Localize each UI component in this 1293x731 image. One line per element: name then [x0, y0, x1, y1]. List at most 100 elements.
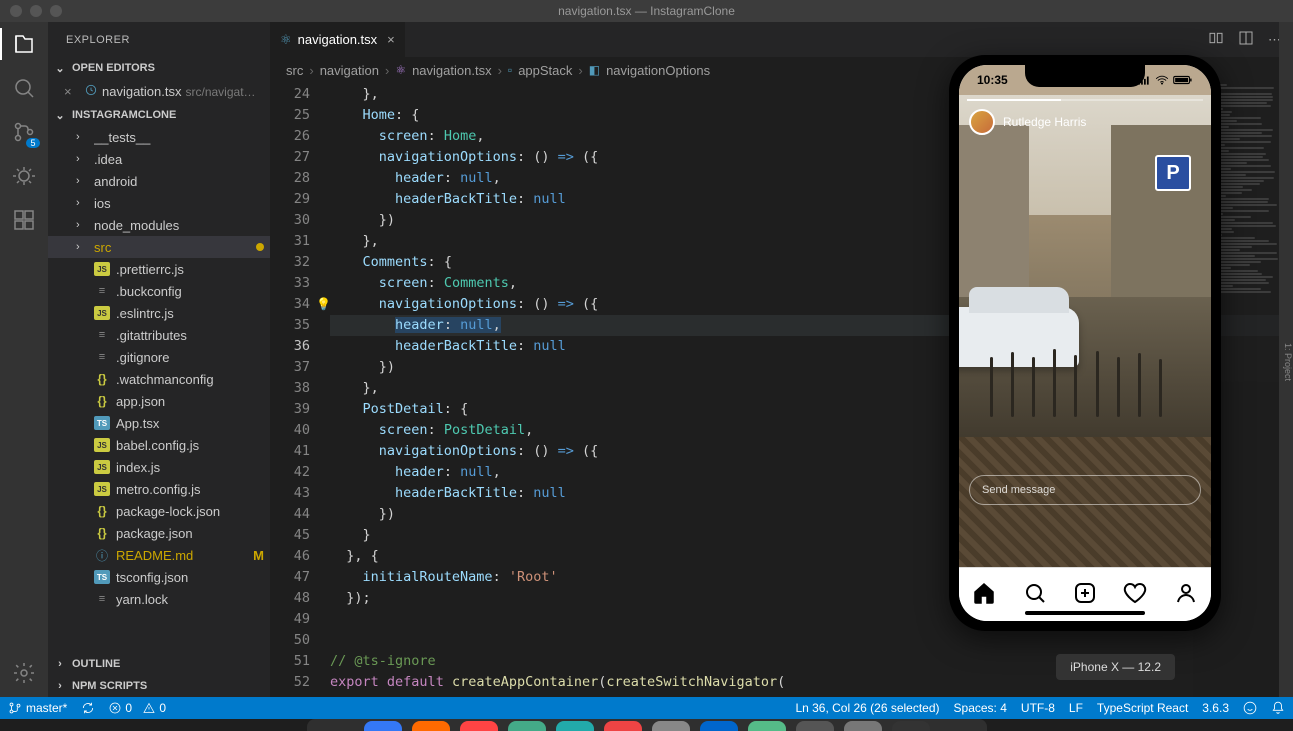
close-icon[interactable]: × — [387, 32, 395, 47]
lightbulb-icon[interactable]: 💡 — [316, 294, 331, 315]
close-window[interactable] — [10, 5, 22, 17]
tab-bar: ⚛ navigation.tsx × ⋯ — [270, 22, 1293, 57]
profile-icon[interactable] — [1174, 581, 1198, 608]
macos-dock[interactable] — [307, 719, 987, 731]
file-item[interactable]: ≡.buckconfig — [48, 280, 270, 302]
cursor-position[interactable]: Ln 36, Col 26 (26 selected) — [795, 701, 939, 715]
encoding-indicator[interactable]: UTF-8 — [1021, 701, 1055, 715]
file-item[interactable]: JSmetro.config.js — [48, 478, 270, 500]
home-icon[interactable] — [972, 581, 996, 608]
avatar — [969, 109, 995, 135]
file-icon: ≡ — [94, 351, 110, 363]
open-editor-path: src/navigat… — [186, 85, 256, 99]
file-item[interactable]: {}package-lock.json — [48, 500, 270, 522]
chevron-right-icon: › — [52, 680, 68, 692]
close-icon[interactable]: × — [64, 84, 80, 99]
open-editor-item[interactable]: × navigation.tsx src/navigat… — [48, 81, 270, 102]
minimize-window[interactable] — [30, 5, 42, 17]
file-item[interactable]: ≡ .gitattributes — [48, 324, 270, 346]
file-item[interactable]: JS.eslintrc.js — [48, 302, 270, 324]
eol-indicator[interactable]: LF — [1069, 701, 1083, 715]
feedback-icon[interactable] — [1243, 701, 1257, 715]
chevron-down-icon: ⌄ — [52, 109, 68, 122]
modified-badge: M — [253, 548, 264, 563]
file-icon: JS — [94, 438, 110, 452]
search-icon[interactable] — [1023, 581, 1047, 608]
folder-item[interactable]: › src — [48, 236, 270, 258]
settings-gear-icon[interactable] — [12, 661, 36, 685]
npm-scripts-header[interactable]: ›NPM SCRIPTS — [48, 675, 270, 697]
file-icon: {} — [94, 372, 110, 386]
story-content[interactable]: P Rutledge Harris Send message — [959, 95, 1211, 567]
modified-dot — [256, 243, 264, 251]
search-icon[interactable] — [12, 76, 36, 100]
indent-indicator[interactable]: Spaces: 4 — [954, 701, 1007, 715]
typescript-version[interactable]: 3.6.3 — [1202, 701, 1229, 715]
folder-item[interactable]: ›android — [48, 170, 270, 192]
chevron-right-icon: › — [76, 131, 88, 143]
send-message-input[interactable]: Send message — [969, 475, 1201, 505]
file-item[interactable]: {}package.json — [48, 522, 270, 544]
device-notch — [1025, 65, 1145, 87]
story-user[interactable]: Rutledge Harris — [969, 109, 1086, 135]
source-control-icon[interactable]: 5 — [12, 120, 36, 144]
tree-item-label: babel.config.js — [116, 438, 264, 453]
tree-item-label: App.tsx — [116, 416, 264, 431]
chevron-right-icon: › — [76, 241, 88, 253]
chevron-right-icon: › — [76, 153, 88, 165]
file-icon: {} — [94, 394, 110, 408]
language-indicator[interactable]: TypeScript React — [1097, 701, 1188, 715]
tree-item-label: README.md — [116, 548, 247, 563]
file-item[interactable]: {}app.json — [48, 390, 270, 412]
activity-heart-icon[interactable] — [1123, 581, 1147, 608]
notifications-icon[interactable] — [1271, 701, 1285, 715]
file-item[interactable]: JS.prettierrc.js — [48, 258, 270, 280]
folder-item[interactable]: ›__tests__ — [48, 126, 270, 148]
tree-item-label: package.json — [116, 526, 264, 541]
file-item[interactable]: ≡ yarn.lock — [48, 588, 270, 610]
file-icon: ≡ — [94, 329, 110, 341]
compare-icon[interactable] — [1208, 30, 1224, 49]
folder-item[interactable]: ›node_modules — [48, 214, 270, 236]
window-controls — [0, 5, 62, 17]
add-post-icon[interactable] — [1073, 581, 1097, 608]
chevron-right-icon: › — [52, 658, 68, 670]
symbol-method-icon: ◧ — [589, 63, 600, 77]
split-editor-icon[interactable] — [1238, 30, 1254, 49]
file-item[interactable]: ≡.gitignore — [48, 346, 270, 368]
sync-icon[interactable] — [81, 701, 95, 715]
tree-item-label: tsconfig.json — [116, 570, 264, 585]
file-icon: JS — [94, 262, 110, 276]
folder-item[interactable]: ›ios — [48, 192, 270, 214]
story-username: Rutledge Harris — [1003, 115, 1086, 129]
open-editors-header[interactable]: ⌄OPEN EDITORS — [48, 57, 270, 79]
tree-item-label: src — [94, 240, 250, 255]
file-item[interactable]: ⓘREADME.mdM — [48, 544, 270, 566]
extensions-icon[interactable] — [12, 208, 36, 232]
file-icon: ≡ — [94, 593, 110, 605]
parking-sign: P — [1155, 155, 1191, 191]
open-editor-name: navigation.tsx — [102, 84, 182, 99]
branch-indicator[interactable]: master* — [8, 701, 67, 715]
tree-item-label: .idea — [94, 152, 264, 167]
tree-item-label: .gitattributes — [116, 328, 264, 343]
folder-item[interactable]: › .idea — [48, 148, 270, 170]
tree-item-label: package-lock.json — [116, 504, 264, 519]
right-rail[interactable]: 1: Project — [1279, 22, 1293, 697]
tree-item-label: .eslintrc.js — [116, 306, 264, 321]
file-item[interactable]: JSindex.js — [48, 456, 270, 478]
problems-indicator[interactable]: 0 0 — [109, 701, 166, 715]
file-item[interactable]: TSApp.tsx — [48, 412, 270, 434]
explorer-icon[interactable] — [12, 32, 36, 56]
battery-icon — [1173, 75, 1193, 85]
file-item[interactable]: TStsconfig.json — [48, 566, 270, 588]
chevron-down-icon: ⌄ — [52, 62, 68, 75]
tree-item-label: yarn.lock — [116, 592, 264, 607]
debug-icon[interactable] — [12, 164, 36, 188]
file-item[interactable]: {}.watchmanconfig — [48, 368, 270, 390]
file-item[interactable]: JS babel.config.js — [48, 434, 270, 456]
project-header[interactable]: ⌄INSTAGRAMCLONE — [48, 104, 270, 126]
outline-header[interactable]: ›OUTLINE — [48, 653, 270, 675]
zoom-window[interactable] — [50, 5, 62, 17]
tab-navigation-tsx[interactable]: ⚛ navigation.tsx × — [270, 22, 406, 57]
